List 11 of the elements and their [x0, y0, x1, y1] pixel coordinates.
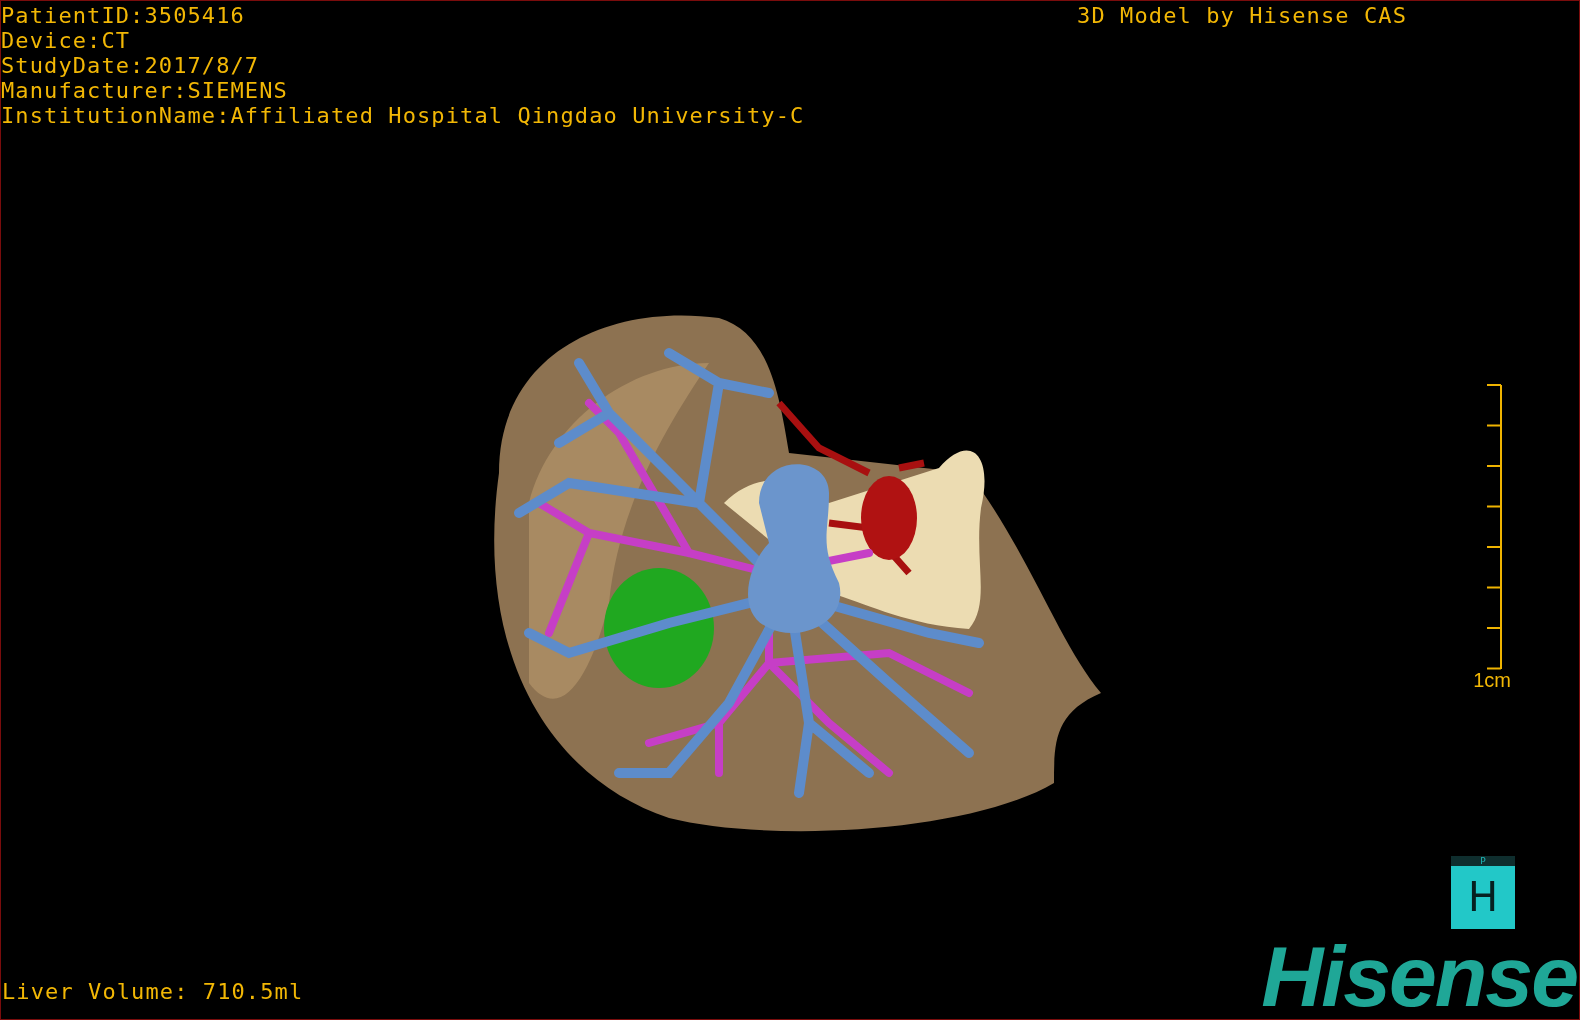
cube-face-front: H [1451, 866, 1515, 929]
brand-logo: Hisense [1261, 941, 1577, 1011]
info-line: Device:CT [1, 28, 132, 53]
info-line: PatientID:3505416 [1, 3, 246, 28]
scale-label: 1cm [1473, 670, 1511, 690]
info-line: InstitutionName:Affiliated Hospital Qingdao University-C [1, 103, 805, 128]
volume-readout: Liver Volume: 710.5ml [2, 979, 304, 1004]
viewer-title: 3D Model by Hisense CAS [1077, 2, 1407, 28]
info-line: StudyDate:2017/8/7 [1, 53, 261, 78]
info-line: Manufacturer:SIEMENS [1, 78, 289, 103]
cube-face-top: P [1451, 856, 1515, 866]
